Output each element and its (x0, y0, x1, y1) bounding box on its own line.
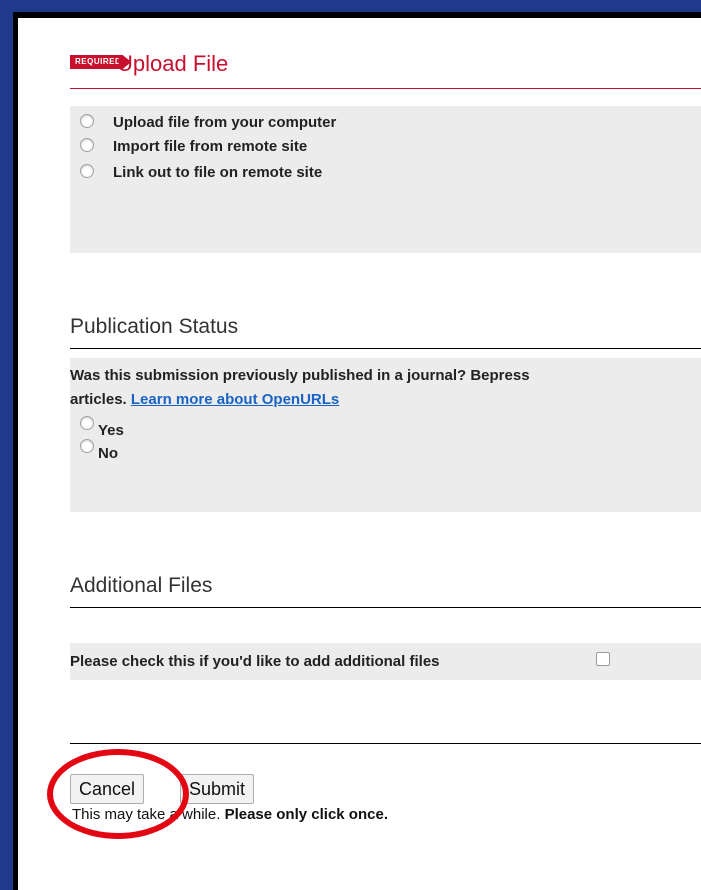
submit-button[interactable]: Submit (180, 774, 255, 804)
additional-files-box: Please check this if you'd like to add a… (70, 643, 701, 680)
additional-heading-rule (70, 578, 701, 608)
import-remote-radio[interactable] (80, 138, 94, 152)
submission-form: REQUIRED Upload File Upload file from yo… (18, 18, 701, 890)
link-remote-label[interactable]: Link out to file on remote site (113, 164, 322, 181)
link-remote-radio[interactable] (80, 164, 94, 178)
publication-question: Was this submission previously published… (70, 367, 530, 384)
cancel-highlight-annotation (47, 749, 189, 839)
upload-heading-rule (70, 36, 701, 89)
additional-files-checkbox[interactable] (596, 652, 610, 666)
published-yes-radio[interactable] (80, 416, 94, 430)
upload-computer-radio[interactable] (80, 114, 94, 128)
submit-note-bold: Please only click once. (224, 806, 388, 823)
published-no-label[interactable]: No (98, 445, 118, 462)
publication-question-end: articles. (70, 391, 127, 408)
publication-heading-rule (70, 318, 701, 349)
upload-computer-label[interactable]: Upload file from your computer (113, 114, 336, 131)
upload-options-box: Upload file from your computer Import fi… (70, 106, 701, 253)
learn-more-link[interactable]: Learn more about OpenURLs (131, 391, 339, 408)
publication-question-cont: articles. Learn more about OpenURLs (70, 391, 339, 408)
additional-files-label: Please check this if you'd like to add a… (70, 653, 440, 670)
published-yes-label[interactable]: Yes (98, 422, 124, 439)
form-footer-rule (70, 718, 701, 744)
import-remote-label[interactable]: Import file from remote site (113, 138, 307, 155)
publication-box: Was this submission previously published… (70, 358, 701, 512)
published-no-radio[interactable] (80, 439, 94, 453)
